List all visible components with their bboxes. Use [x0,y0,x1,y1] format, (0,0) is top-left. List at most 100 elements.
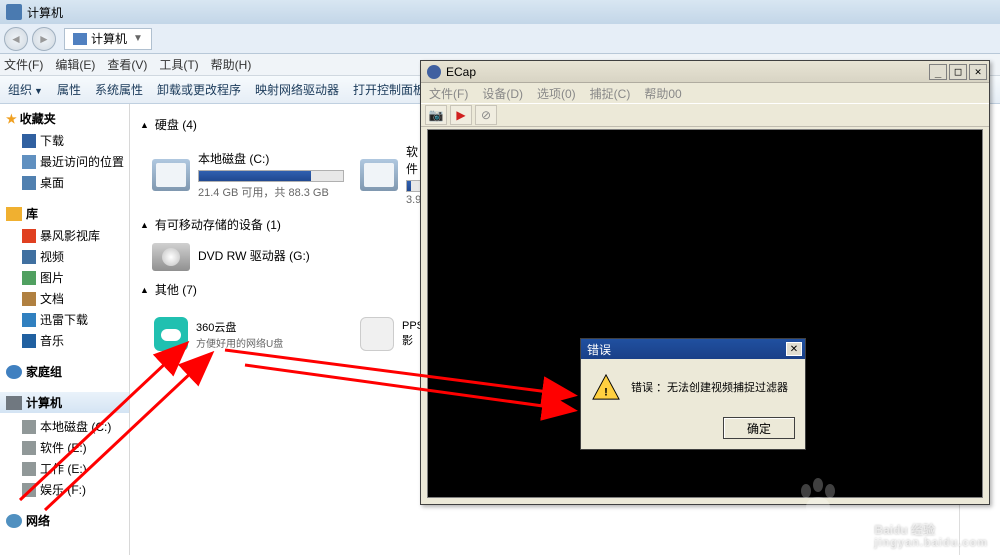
sidebar-item-xunlei[interactable]: 迅雷下载 [6,309,129,330]
drive-text: 21.4 GB 可用，共 88.3 GB [198,184,344,200]
computer-icon [6,4,22,20]
other-pps[interactable]: PPS影 [354,304,424,364]
drive-name: 本地磁盘 (C:) [198,150,344,167]
sidebar-item-desktop[interactable]: 桌面 [6,172,129,193]
dvd-icon [152,243,190,271]
sidebar-item-downloads[interactable]: 下载 [6,130,129,151]
usage-bar [198,170,344,182]
ecap-menu-help[interactable]: 帮助00 [644,85,681,102]
menu-edit[interactable]: 编辑(E) [55,56,95,73]
collapse-icon: ▲ [140,220,149,230]
ecap-icon [427,65,441,79]
ecap-title-bar[interactable]: ECap _ □ ✕ [421,61,989,83]
toolbar-cpanel[interactable]: 打开控制面板 [353,81,425,98]
sidebar-item-f[interactable]: 娱乐 (F:) [6,479,129,500]
hdd-icon [22,441,36,455]
breadcrumb-label: 计算机 [91,30,127,47]
other-360cloud[interactable]: 360云盘方便好用的网络U盘 [148,304,348,364]
sidebar-computer-head[interactable]: 计算机 [0,392,129,413]
sidebar-item-video[interactable]: 视频 [6,246,129,267]
hdd-icon [22,462,36,476]
pictures-icon [22,271,36,285]
download-icon [22,134,36,148]
desktop-icon [22,176,36,190]
hdd-icon [360,159,398,191]
window-title: 计算机 [27,4,63,21]
ecap-menu-capture[interactable]: 捕捉(C) [590,85,631,102]
ecap-menu-device[interactable]: 设备(D) [482,85,523,102]
sidebar-item-pictures[interactable]: 图片 [6,267,129,288]
dvd-name: DVD RW 驱动器 (G:) [198,247,344,264]
computer-icon [6,396,22,410]
menu-view[interactable]: 查看(V) [107,56,147,73]
ecap-toolbar: 📷 ▶ ⊘ [421,103,989,127]
ecap-stop-button[interactable]: ⊘ [475,105,497,125]
cloud-icon [154,317,188,351]
sidebar: ★收藏夹 下载 最近访问的位置 桌面 库 暴风影视库 视频 图片 文档 迅雷下载… [0,104,130,555]
sidebar-item-c[interactable]: 本地磁盘 (C:) [6,416,129,437]
drive-e[interactable]: 软件 3.93 [356,139,426,210]
ok-button[interactable]: 确定 [723,417,795,439]
sidebar-item-documents[interactable]: 文档 [6,288,129,309]
close-button[interactable]: ✕ [786,342,802,356]
warning-icon: ! [591,373,621,401]
collapse-icon: ▲ [140,285,149,295]
baofeng-icon [22,229,36,243]
toolbar-uninstall[interactable]: 卸载或更改程序 [157,81,241,98]
toolbar-organize[interactable]: 组织▼ [8,81,43,98]
xunlei-icon [22,313,36,327]
ecap-menu-options[interactable]: 选项(0) [537,85,576,102]
toolbar-properties[interactable]: 属性 [57,81,81,98]
toolbar-sysprops[interactable]: 系统属性 [95,81,143,98]
computer-icon [73,33,87,45]
hdd-icon [152,159,190,191]
sidebar-homegroup-head[interactable]: 家庭组 [6,363,129,380]
close-button[interactable]: ✕ [969,64,987,80]
breadcrumb[interactable]: 计算机 ▼ [64,28,152,50]
toolbar-mapnet[interactable]: 映射网络驱动器 [255,81,339,98]
ecap-menu-file[interactable]: 文件(F) [429,85,468,102]
menu-tools[interactable]: 工具(T) [159,56,198,73]
ecap-camera-button[interactable]: 📷 [425,105,447,125]
star-icon: ★ [6,112,17,126]
baidu-paw-icon [794,477,840,523]
error-dialog[interactable]: 错误 ✕ ! 错误 ：无法创建视频捕捉过滤器 确定 [580,338,806,450]
sidebar-item-music[interactable]: 音乐 [6,330,129,351]
video-icon [22,250,36,264]
drive-dvd[interactable]: DVD RW 驱动器 (G:) [148,239,348,275]
ecap-menu-bar: 文件(F) 设备(D) 选项(0) 捕捉(C) 帮助00 [421,83,989,103]
ecap-play-button[interactable]: ▶ [450,105,472,125]
sidebar-item-baofeng[interactable]: 暴风影视库 [6,225,129,246]
sidebar-item-recent[interactable]: 最近访问的位置 [6,151,129,172]
error-title: 错误 [587,341,611,358]
menu-file[interactable]: 文件(F) [4,56,43,73]
minimize-button[interactable]: _ [929,64,947,80]
sidebar-favorites-head[interactable]: ★收藏夹 [6,110,129,127]
error-message: 错误 ：无法创建视频捕捉过滤器 [631,379,788,395]
maximize-button[interactable]: □ [949,64,967,80]
file-icon [360,317,394,351]
forward-button[interactable]: ► [32,27,56,51]
drive-c[interactable]: 本地磁盘 (C:) 21.4 GB 可用，共 88.3 GB [148,139,348,210]
documents-icon [22,292,36,306]
sidebar-libraries-head[interactable]: 库 [6,205,129,222]
sidebar-item-e[interactable]: 软件 (E:) [6,437,129,458]
collapse-icon: ▲ [140,120,149,130]
back-button[interactable]: ◄ [4,27,28,51]
hdd-icon [22,420,36,434]
svg-text:!: ! [604,386,608,398]
sidebar-network-head[interactable]: 网络 [6,512,129,529]
error-title-bar[interactable]: 错误 ✕ [581,339,805,359]
menu-help[interactable]: 帮助(H) [211,56,252,73]
explorer-title-bar: 计算机 [0,0,1000,24]
ecap-title: ECap [446,65,476,79]
recent-icon [22,155,36,169]
music-icon [22,334,36,348]
homegroup-icon [6,365,22,379]
library-icon [6,207,22,221]
hdd-icon [22,483,36,497]
sidebar-item-e2[interactable]: 工作 (E:) [6,458,129,479]
chevron-down-icon[interactable]: ▼ [133,33,143,44]
nav-bar: ◄ ► 计算机 ▼ [0,24,1000,54]
network-icon [6,514,22,528]
